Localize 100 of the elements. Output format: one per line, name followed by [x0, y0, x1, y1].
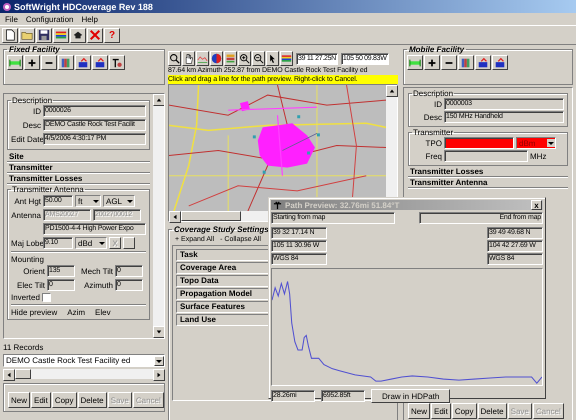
hand-button[interactable] — [182, 51, 195, 66]
layers-button[interactable] — [224, 51, 237, 66]
record-count: 11 Records — [3, 343, 44, 353]
scroll-up-icon — [156, 97, 162, 103]
new-file-icon — [4, 29, 16, 41]
inverted-checkbox[interactable] — [42, 293, 51, 302]
zoom-in-icon — [239, 53, 250, 64]
save-button[interactable] — [36, 28, 52, 42]
unit-dropdown[interactable]: dBd — [75, 237, 107, 249]
scroll-left-icon — [6, 372, 12, 378]
record-button[interactable]: Copy — [452, 403, 476, 419]
vertical-scrollbar[interactable] — [153, 94, 164, 338]
group-title: Description — [11, 96, 54, 105]
monitor-arrow-icon — [94, 56, 106, 68]
field-label: Mech Tilt — [80, 266, 113, 276]
tower-icon — [273, 200, 282, 210]
group-title: Transmitter — [412, 128, 454, 137]
record-button[interactable]: Edit — [431, 403, 451, 419]
pointer-button[interactable] — [266, 51, 279, 66]
minus-button[interactable] — [441, 55, 457, 70]
record-button[interactable]: Delete — [78, 392, 107, 408]
record-button[interactable]: Copy — [52, 392, 76, 408]
color-bars-button[interactable] — [280, 51, 293, 66]
small-button[interactable] — [123, 237, 135, 249]
monitor-arrow-button[interactable] — [475, 55, 491, 70]
menu-item[interactable]: Configuration — [26, 14, 74, 24]
books-button[interactable] — [458, 55, 474, 70]
plus-button[interactable] — [24, 55, 40, 70]
record-button[interactable]: New — [8, 392, 30, 408]
layers-icon — [225, 53, 236, 64]
cross-button[interactable] — [87, 28, 103, 42]
group-title: Mobile Facility — [408, 45, 466, 54]
scroll-left-icon — [172, 214, 178, 220]
horizontal-scrollbar[interactable] — [3, 369, 165, 379]
preview-label: Hide preview — [11, 308, 58, 317]
scroll-up-icon — [389, 88, 395, 94]
zoom-out-icon — [253, 53, 264, 64]
draw-button[interactable]: Draw in HDPath — [371, 389, 450, 404]
field-label: Edit Date — [11, 134, 41, 144]
field-label: Ant Hgt — [13, 196, 41, 206]
monitor-arrow-button[interactable] — [492, 55, 508, 70]
section-header[interactable]: Transmitter Losses — [408, 167, 568, 177]
frequency-field[interactable] — [444, 150, 528, 162]
field-label: ID — [433, 100, 442, 108]
record-button[interactable]: New — [408, 403, 430, 419]
section-header[interactable]: Transmitter Antenna — [408, 178, 568, 188]
field-label: Orient — [22, 266, 45, 276]
ruler-button[interactable] — [407, 55, 423, 70]
scrollbar-thumb[interactable] — [15, 369, 31, 379]
section-header[interactable]: Transmitter Losses — [7, 174, 150, 184]
checkbox-label: Inverted — [11, 293, 40, 302]
zoom-out-button[interactable] — [252, 51, 265, 66]
section-header[interactable]: Transmitter — [7, 163, 150, 173]
menu-item[interactable]: Help — [81, 14, 98, 24]
open-folder-button[interactable] — [19, 28, 35, 42]
record-dropdown[interactable]: DEMO Castle Rock Test Facility ed — [3, 354, 165, 367]
power-field[interactable] — [444, 137, 514, 149]
scroll-right-icon — [156, 372, 162, 378]
globe-button[interactable] — [210, 51, 223, 66]
group-title: Transmitter Antenna — [11, 185, 85, 194]
dropdown-arrow-icon — [92, 197, 100, 205]
record-button[interactable]: Delete — [478, 403, 507, 419]
ruler-icon — [9, 56, 21, 68]
field-label: Desc — [22, 120, 41, 130]
zoom-in-button[interactable] — [238, 51, 251, 66]
plus-button[interactable] — [424, 55, 440, 70]
search-button[interactable] — [168, 51, 181, 66]
preview-label: Azim — [67, 308, 86, 317]
globe-icon — [211, 53, 222, 64]
unit-label: MHz — [530, 152, 546, 160]
color-bars-button[interactable] — [53, 28, 69, 42]
ruler-button[interactable] — [7, 55, 23, 70]
unit-dropdown[interactable]: ft — [75, 195, 101, 207]
monitor-arrow-button[interactable] — [75, 55, 91, 70]
open-folder-icon — [21, 29, 33, 41]
record-button[interactable]: Edit — [31, 392, 51, 408]
field-label: Freq — [424, 152, 442, 160]
books-button[interactable] — [58, 55, 74, 70]
section-label: Mounting — [11, 255, 45, 264]
close-button[interactable]: x — [531, 200, 542, 210]
scroll-down-icon — [156, 329, 162, 335]
menu-item[interactable]: File — [5, 14, 18, 24]
monitor-arrow-icon — [77, 56, 89, 68]
field-label: TPO — [424, 138, 442, 148]
hand-icon — [183, 53, 194, 64]
books-icon — [460, 56, 472, 68]
field-label: Antenna — [11, 210, 41, 220]
monitor-arrow-button[interactable] — [92, 55, 108, 70]
plus-icon — [426, 56, 438, 68]
new-file-button[interactable] — [2, 28, 18, 42]
scrollbar-thumb[interactable] — [181, 211, 241, 221]
window-title: SoftWright HDCoverage Rev 188 — [14, 2, 153, 12]
plus-icon — [26, 56, 38, 68]
field-label: ID — [32, 106, 41, 116]
reference-dropdown[interactable]: AGL — [103, 195, 135, 207]
minus-button[interactable] — [41, 55, 57, 70]
color-bars-icon — [281, 53, 292, 64]
pointer-icon — [267, 53, 278, 64]
section-header[interactable]: Site — [7, 152, 150, 162]
profile-line-button[interactable] — [196, 51, 209, 66]
